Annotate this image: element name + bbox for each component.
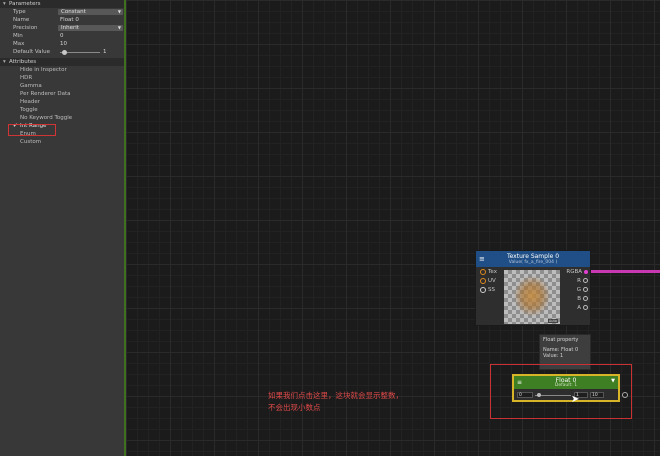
annotation-text: 如果我们点击这里，这块就会显示整数， 不会出现小数点 [268,390,468,414]
port-label: G [576,287,581,293]
mouse-cursor-icon: ➤ [571,394,580,405]
attribute-gamma[interactable]: Gamma [0,82,124,90]
attribute-label: Per Renderer Data [20,91,71,97]
property-label: Max [13,41,25,47]
fire-texture-image [514,276,550,316]
attributes-section-header[interactable]: ▾ Attributes [0,58,124,66]
chevron-down-icon: ▼ [117,9,121,14]
type-dropdown-value: Constant [61,9,86,15]
port-icon [480,277,486,284]
port-icon [480,286,486,293]
attribute-no-keyword-toggle[interactable]: No Keyword Toggle [0,114,124,122]
attribute-header[interactable]: Header [0,98,124,106]
texture-node-header[interactable]: ≡ Texture Sample 0 Value( fx_a_fire_004 … [476,251,590,267]
texture-node-subtitle: Value( fx_a_fire_004 ) [508,260,558,265]
property-label: Precision [13,25,38,31]
preview-badge: Auto [547,319,558,323]
precision-dropdown-value: Inherit [61,25,79,31]
port-label: RGBA [566,269,582,275]
highlight-box-int-range [8,124,56,136]
float-node-header[interactable]: ≡ Float 0 Default: 1 ▼ [514,376,618,389]
property-label: Default Value [13,49,50,55]
float-value-slider-handle[interactable] [536,393,541,397]
port-label: A [577,305,581,311]
texture-preview: Auto [504,270,560,324]
attribute-toggle[interactable]: Toggle [0,106,124,114]
type-dropdown[interactable]: Constant ▼ [58,9,123,15]
texture-sample-node[interactable]: ≡ Texture Sample 0 Value( fx_a_fire_004 … [475,250,591,326]
chevron-down-icon: ▼ [117,25,121,30]
input-port-tex[interactable]: Tex [480,268,497,276]
output-port-r[interactable]: R [577,277,588,285]
port-label: UV [488,278,496,284]
float-node[interactable]: ≡ Float 0 Default: 1 ▼ 0 1 10 [512,374,628,402]
attribute-hide-in-inspector[interactable]: Hide in Inspector [0,66,124,74]
port-icon [583,305,588,310]
property-min-row: Min 0 [0,32,124,40]
attribute-per-renderer-data[interactable]: Per Renderer Data [0,90,124,98]
port-icon [480,268,486,275]
property-label: Min [13,33,23,39]
default-value-slider-handle[interactable] [62,49,67,55]
output-port-a[interactable]: A [577,304,588,312]
annotation-line: 不会出现小数点 [268,403,321,412]
default-value-field[interactable]: 1 [103,48,107,56]
port-label: Tex [488,269,497,275]
port-label: SS [488,287,495,293]
min-field[interactable]: 0 [60,32,64,40]
texture-node-title: Texture Sample 0 [506,253,560,260]
attribute-label: HDR [20,75,33,81]
collapse-triangle-icon[interactable]: ▼ [611,378,615,384]
port-label: R [577,278,581,284]
attribute-label: Gamma [20,83,42,89]
property-type-row: Type Constant ▼ [0,8,124,16]
port-icon [583,287,588,292]
output-port-rgba[interactable]: RGBA [566,268,588,276]
output-port-b[interactable]: B [577,295,588,303]
annotation-line: 如果我们点击这里，这块就会显示整数， [268,391,403,400]
port-icon [583,278,588,283]
property-label: Type [13,9,26,15]
port-icon [584,269,588,274]
attribute-label: No Keyword Toggle [20,115,73,121]
float-min-field[interactable]: 0 [517,392,533,398]
input-port-ss[interactable]: SS [480,286,495,294]
float-node-subtitle: Default: 1 [554,383,578,388]
property-max-row: Max 10 [0,40,124,48]
attribute-label: Header [20,99,41,105]
attributes-title: Attributes [9,59,37,65]
port-icon [583,296,588,301]
parameters-title: Parameters [9,1,41,7]
port-label: B [577,296,581,302]
inspector-panel: ▾ Parameters Type Constant ▼ Name Float 0… [0,0,126,456]
property-precision-row: Precision Inherit ▼ [0,24,124,32]
output-port-icon[interactable] [622,392,628,398]
float-max-field[interactable]: 10 [590,392,604,398]
attribute-custom[interactable]: Custom [0,138,124,146]
attribute-hdr[interactable]: HDR [0,74,124,82]
attribute-label: Toggle [20,107,38,113]
name-field[interactable]: Float 0 [60,16,79,24]
attribute-label: Custom [20,139,42,145]
input-port-uv[interactable]: UV [480,277,496,285]
attribute-label: Hide in Inspector [20,67,67,73]
output-port-g[interactable]: G [577,286,588,294]
connection-wire[interactable] [591,270,660,273]
precision-dropdown[interactable]: Inherit ▼ [58,25,123,31]
max-field[interactable]: 10 [60,40,67,48]
property-label: Name [13,17,30,23]
tooltip-line: Float property [543,337,579,343]
property-default-value-row: Default Value 1 [0,48,124,56]
tooltip-line: Value: 1 [543,353,564,359]
parameters-section-header[interactable]: ▾ Parameters [0,0,124,8]
property-name-row: Name Float 0 [0,16,124,24]
